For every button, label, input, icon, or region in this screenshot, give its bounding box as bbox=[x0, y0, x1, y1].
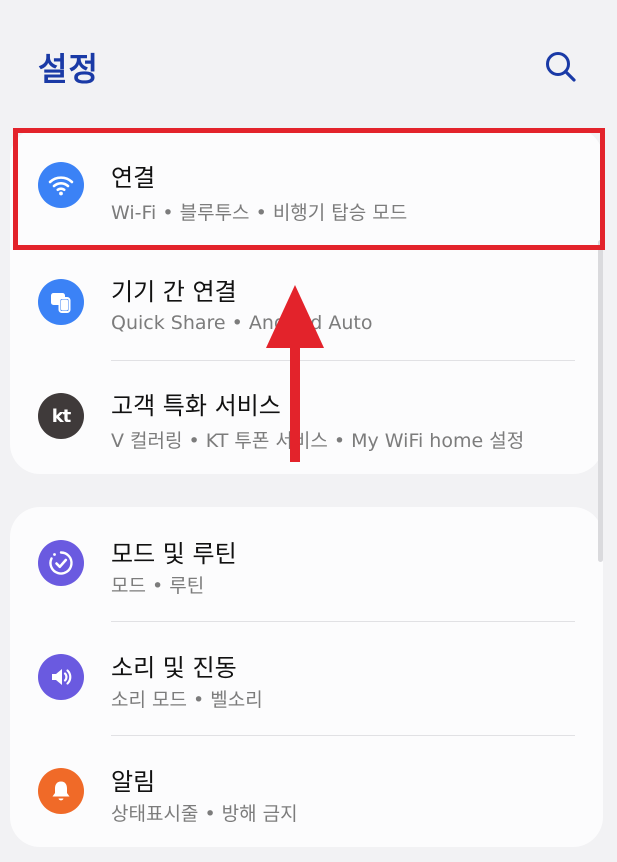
settings-item-customer-services[interactable]: kt 고객 특화 서비스 V 컬러링 • KT 투폰 서비스 • My WiFi… bbox=[10, 360, 603, 474]
page-title: 설정 bbox=[38, 50, 99, 88]
item-subtitle: V 컬러링 • KT 투폰 서비스 • My WiFi home 설정 bbox=[111, 430, 525, 452]
devices-icon bbox=[38, 279, 84, 325]
settings-group-general: 모드 및 루틴 모드 • 루틴 소리 및 진동 소리 모드 • 벨소리 알림 상… bbox=[10, 507, 603, 847]
app-header: 설정 bbox=[0, 0, 617, 120]
settings-item-modes-routines[interactable]: 모드 및 루틴 모드 • 루틴 bbox=[10, 507, 603, 621]
search-button[interactable] bbox=[540, 46, 580, 86]
item-subtitle: Quick Share • Android Auto bbox=[111, 312, 373, 334]
settings-item-sound-vibration[interactable]: 소리 및 진동 소리 모드 • 벨소리 bbox=[10, 621, 603, 735]
wifi-icon bbox=[38, 162, 84, 208]
item-title: 알림 bbox=[111, 768, 156, 796]
routine-check-icon bbox=[38, 540, 84, 586]
kt-logo-icon: kt bbox=[38, 393, 84, 439]
item-subtitle: 상태표시줄 • 방해 금지 bbox=[111, 803, 298, 825]
item-title: 모드 및 루틴 bbox=[111, 540, 237, 568]
settings-item-device-connections[interactable]: 기기 간 연결 Quick Share • Android Auto bbox=[10, 246, 603, 360]
item-subtitle: 모드 • 루틴 bbox=[111, 575, 205, 597]
settings-group-connections: 연결 Wi-Fi • 블루투스 • 비행기 탑승 모드 기기 간 연결 Quic… bbox=[10, 128, 603, 474]
item-subtitle: Wi-Fi • 블루투스 • 비행기 탑승 모드 bbox=[111, 202, 408, 224]
search-icon bbox=[546, 52, 576, 82]
kt-logo-text: kt bbox=[51, 405, 72, 427]
settings-item-connections[interactable]: 연결 Wi-Fi • 블루투스 • 비행기 탑승 모드 bbox=[10, 128, 603, 242]
item-title: 고객 특화 서비스 bbox=[111, 392, 281, 420]
item-title: 소리 및 진동 bbox=[111, 654, 237, 682]
speaker-icon bbox=[38, 654, 84, 700]
settings-item-notifications[interactable]: 알림 상태표시줄 • 방해 금지 bbox=[10, 735, 603, 849]
scrollbar[interactable] bbox=[598, 240, 603, 562]
item-title: 연결 bbox=[111, 164, 156, 192]
item-title: 기기 간 연결 bbox=[111, 278, 237, 306]
bell-icon bbox=[38, 768, 84, 814]
item-subtitle: 소리 모드 • 벨소리 bbox=[111, 689, 263, 711]
